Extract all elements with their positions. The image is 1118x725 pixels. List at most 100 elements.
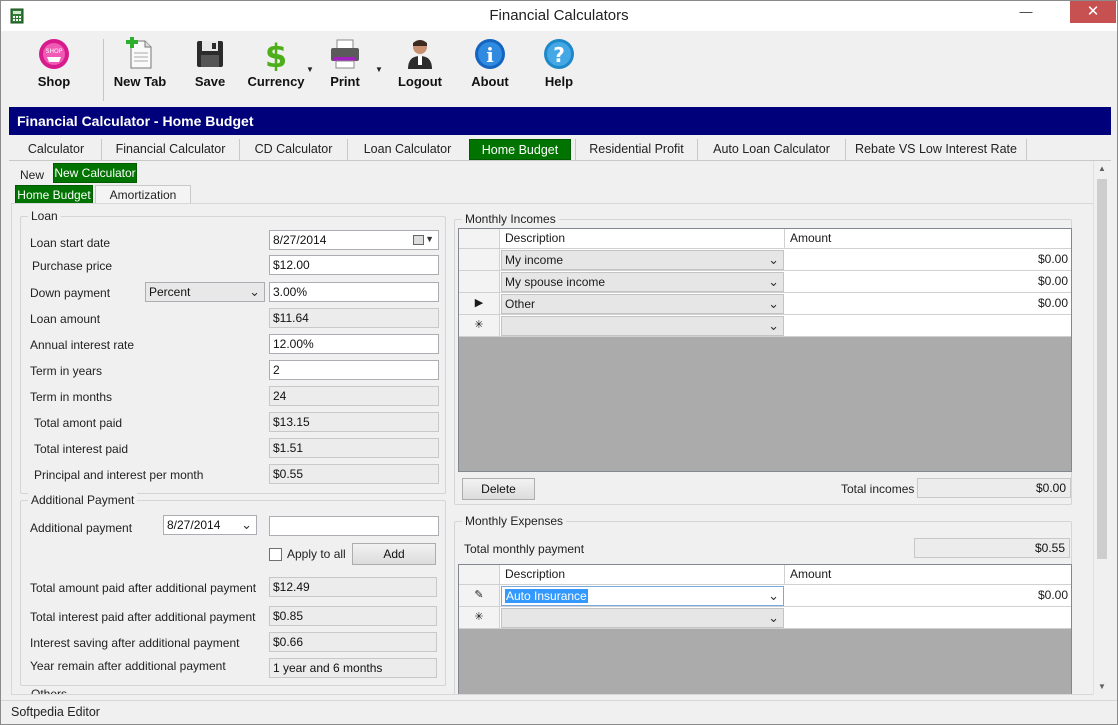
- table-row[interactable]: ▶ Other ⌄ $0.00: [459, 293, 1071, 315]
- income-description-select[interactable]: ⌄: [501, 316, 784, 336]
- table-row[interactable]: ✎ Auto Insurance ⌄ $0.00: [459, 585, 1071, 607]
- about-button[interactable]: i About: [455, 37, 525, 101]
- total-paid-label: Total amont paid: [34, 416, 123, 430]
- tab-new[interactable]: New: [13, 165, 51, 185]
- total-paid-value: $13.15: [269, 412, 439, 432]
- loan-start-date-picker[interactable]: 8/27/2014 ▼: [269, 230, 439, 250]
- status-bar: Softpedia Editor: [1, 700, 1117, 724]
- tab-financial-calculator[interactable]: Financial Calculator: [101, 139, 239, 160]
- add-button[interactable]: Add: [352, 543, 436, 565]
- year-remain-value: 1 year and 6 months: [269, 658, 437, 678]
- income-description: Other: [505, 297, 536, 311]
- tab-loan-calculator[interactable]: Loan Calculator: [347, 139, 467, 160]
- tab-home-budget[interactable]: Home Budget: [469, 139, 571, 160]
- logout-label: Logout: [397, 74, 443, 89]
- additional-payment-date-picker[interactable]: 8/27/2014 ⌄: [163, 515, 257, 535]
- income-description-select[interactable]: My spouse income ⌄: [501, 272, 784, 292]
- purchase-price-input[interactable]: $12.00: [269, 255, 439, 275]
- expense-description-select[interactable]: Auto Insurance ⌄: [501, 586, 784, 606]
- status-text: Softpedia Editor: [11, 705, 100, 719]
- table-row[interactable]: My income ⌄ $0.00: [459, 249, 1071, 271]
- vertical-scrollbar[interactable]: ▲ ▼: [1093, 161, 1109, 695]
- down-payment-type-select[interactable]: Percent ⌄: [145, 282, 265, 302]
- chevron-down-icon: ⌄: [249, 284, 260, 299]
- help-button[interactable]: ? Help: [524, 37, 594, 101]
- term-months-value: 24: [269, 386, 439, 406]
- print-label: Print: [330, 74, 360, 89]
- income-amount[interactable]: [785, 315, 1071, 336]
- shop-button[interactable]: SHOP Shop: [19, 37, 89, 101]
- tab-calculator[interactable]: Calculator: [11, 139, 101, 160]
- chevron-down-icon: ⌄: [768, 318, 779, 333]
- edit-pencil-icon: ✎: [459, 585, 500, 606]
- expense-amount[interactable]: $0.00: [785, 585, 1071, 606]
- loan-amount-label: Loan amount: [30, 312, 101, 326]
- column-header-description[interactable]: Description: [500, 229, 785, 248]
- row-marker: [459, 271, 500, 292]
- principal-interest-label: Principal and interest per month: [34, 468, 204, 482]
- column-header-amount[interactable]: Amount: [785, 565, 1071, 584]
- income-description-select[interactable]: Other ⌄: [501, 294, 784, 314]
- new-row[interactable]: ✳ ⌄: [459, 607, 1071, 629]
- interest-after-label: Total interest paid after additional pay…: [30, 610, 256, 624]
- save-button[interactable]: Save: [175, 37, 245, 101]
- apply-to-all-checkbox[interactable]: [269, 548, 282, 561]
- new-row[interactable]: ✳ ⌄: [459, 315, 1071, 337]
- additional-payment-input[interactable]: [269, 516, 439, 536]
- table-row[interactable]: My spouse income ⌄ $0.00: [459, 271, 1071, 293]
- column-header-description[interactable]: Description: [500, 565, 785, 584]
- expense-description-select[interactable]: ⌄: [501, 608, 784, 628]
- additional-payment-date-value: 8/27/2014: [167, 518, 221, 532]
- floppy-disk-icon: [197, 41, 223, 67]
- interest-rate-label: Annual interest rate: [30, 338, 135, 352]
- income-amount[interactable]: $0.00: [785, 293, 1071, 314]
- printer-icon: [331, 39, 359, 69]
- total-monthly-payment-label: Total monthly payment: [464, 542, 585, 556]
- total-after-label: Total amount paid after additional payme…: [30, 581, 257, 595]
- tab-amortization-table[interactable]: Amortization Table: [95, 185, 191, 221]
- chevron-down-icon: ⌄: [768, 588, 779, 603]
- tab-rebate-vs-low-interest[interactable]: Rebate VS Low Interest Rate: [845, 139, 1027, 160]
- tab-residential-profit[interactable]: Residential Profit: [575, 139, 697, 160]
- calendar-icon[interactable]: [413, 235, 424, 245]
- total-monthly-payment-value: $0.55: [914, 538, 1070, 558]
- loan-amount-value: $11.64: [269, 308, 439, 328]
- minimize-button[interactable]: —: [1011, 1, 1041, 23]
- expense-amount[interactable]: [785, 607, 1071, 628]
- interest-saving-label: Interest saving after additional payment: [30, 636, 240, 650]
- monthly-incomes-title: Monthly Incomes: [462, 212, 559, 226]
- help-label: Help: [544, 74, 574, 89]
- scroll-up-icon[interactable]: ▲: [1094, 161, 1110, 177]
- tab-home-budget-section[interactable]: Home Budget: [15, 185, 93, 205]
- new-tab-button[interactable]: New Tab: [105, 37, 175, 101]
- new-document-icon: [126, 37, 152, 69]
- income-description-select[interactable]: My income ⌄: [501, 250, 784, 270]
- home-budget-panel: Loan Loan start date 8/27/2014 ▼ Purchas…: [11, 203, 1095, 695]
- interest-rate-input[interactable]: 12.00%: [269, 334, 439, 354]
- currency-button[interactable]: $ Currency: [241, 37, 311, 101]
- incomes-grid: Description Amount My income ⌄ $0.00 My …: [458, 228, 1072, 472]
- chevron-down-icon[interactable]: ⌄: [241, 516, 252, 534]
- down-payment-input[interactable]: 3.00%: [269, 282, 439, 302]
- print-button[interactable]: Print: [310, 37, 380, 101]
- currency-label: Currency: [247, 74, 305, 89]
- column-header-amount[interactable]: Amount: [785, 229, 1071, 248]
- income-amount[interactable]: $0.00: [785, 249, 1071, 270]
- tab-cd-calculator[interactable]: CD Calculator: [239, 139, 347, 160]
- new-row-asterisk-icon: ✳: [459, 315, 500, 336]
- tab-auto-loan-calculator[interactable]: Auto Loan Calculator: [697, 139, 845, 160]
- term-years-input[interactable]: 2: [269, 360, 439, 380]
- chevron-down-icon: ⌄: [768, 252, 779, 267]
- scroll-down-icon[interactable]: ▼: [1094, 679, 1110, 695]
- delete-button[interactable]: Delete: [462, 478, 535, 500]
- term-years-label: Term in years: [30, 364, 103, 378]
- scrollbar-thumb[interactable]: [1097, 179, 1107, 559]
- logout-button[interactable]: Logout: [385, 37, 455, 101]
- purchase-price-label: Purchase price: [32, 259, 113, 273]
- tab-new-calculator[interactable]: New Calculator: [53, 163, 137, 183]
- chevron-down-icon[interactable]: ▼: [425, 231, 434, 248]
- income-amount[interactable]: $0.00: [785, 271, 1071, 292]
- chevron-down-icon: ⌄: [768, 296, 779, 311]
- print-dropdown-arrow[interactable]: ▼: [375, 65, 383, 74]
- close-button[interactable]: ✕: [1070, 1, 1116, 23]
